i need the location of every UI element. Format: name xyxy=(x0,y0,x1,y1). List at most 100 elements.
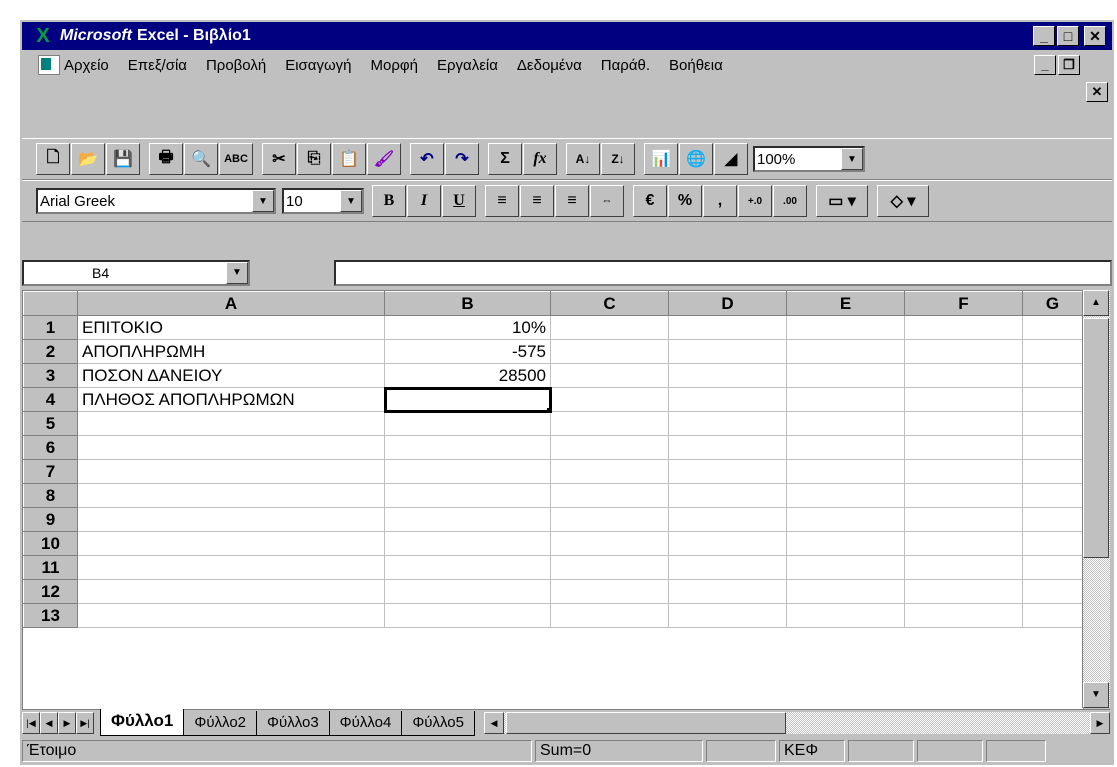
spelling-icon[interactable]: ABC xyxy=(219,143,253,175)
print-icon[interactable]: 🖶 xyxy=(149,143,183,175)
menu-view[interactable]: Προβολή xyxy=(206,57,266,74)
chevron-down-icon[interactable]: ▼ xyxy=(340,190,362,212)
tab-sheet2[interactable]: Φύλλο2 xyxy=(183,711,258,736)
row-header[interactable]: 8 xyxy=(23,483,78,508)
column-header-c[interactable]: C xyxy=(550,291,669,316)
cell[interactable] xyxy=(1022,387,1083,412)
zoom-select[interactable]: 100% ▼ xyxy=(753,146,865,172)
menu-window[interactable]: Παράθ. xyxy=(601,57,650,74)
cell-a3[interactable]: ΠΟΣΟΝ ΔΑΝΕΙΟΥ xyxy=(77,363,385,388)
cell[interactable] xyxy=(668,483,787,508)
cell[interactable] xyxy=(77,603,385,628)
currency-icon[interactable]: € xyxy=(633,185,667,217)
tab-sheet3[interactable]: Φύλλο3 xyxy=(256,711,330,736)
menu-format[interactable]: Μορφή xyxy=(371,57,418,74)
row-header[interactable]: 1 xyxy=(23,315,78,340)
cell[interactable] xyxy=(786,387,905,412)
cell[interactable] xyxy=(786,411,905,436)
scroll-thumb-horizontal[interactable] xyxy=(505,712,786,734)
cell[interactable] xyxy=(77,531,385,556)
cell[interactable] xyxy=(904,579,1023,604)
cell-b2[interactable]: -575 xyxy=(384,339,551,364)
align-left-icon[interactable]: ≡ xyxy=(485,185,519,217)
new-icon[interactable]: 🗋 xyxy=(36,143,70,175)
align-center-icon[interactable]: ≡ xyxy=(520,185,554,217)
cell[interactable] xyxy=(77,579,385,604)
cell-a4[interactable]: ΠΛΗΘΟΣ ΑΠΟΠΛΗΡΩΜΩΝ xyxy=(77,387,385,412)
fill-handle[interactable] xyxy=(547,408,550,411)
cell[interactable] xyxy=(1022,339,1083,364)
cell[interactable] xyxy=(550,459,669,484)
row-header[interactable]: 10 xyxy=(23,531,78,556)
row-header[interactable]: 11 xyxy=(23,555,78,580)
cell[interactable] xyxy=(786,363,905,388)
column-header-f[interactable]: F xyxy=(904,291,1023,316)
menu-tools[interactable]: Εργαλεία xyxy=(437,57,498,74)
cell[interactable] xyxy=(384,435,551,460)
name-box[interactable]: B4 ▼ xyxy=(22,260,250,286)
cell[interactable] xyxy=(786,435,905,460)
cell[interactable] xyxy=(668,579,787,604)
undo-icon[interactable]: ↶ xyxy=(410,143,444,175)
align-right-icon[interactable]: ≡ xyxy=(555,185,589,217)
percent-button[interactable]: % xyxy=(668,185,702,217)
cell[interactable] xyxy=(550,339,669,364)
borders-icon[interactable]: ▭ ▾ xyxy=(816,185,868,217)
cell[interactable] xyxy=(1022,411,1083,436)
merge-center-icon[interactable]: ⇔ xyxy=(590,185,624,217)
cell[interactable] xyxy=(904,483,1023,508)
menu-edit[interactable]: Επεξ/σία xyxy=(128,57,187,74)
cell[interactable] xyxy=(550,603,669,628)
column-header-e[interactable]: E xyxy=(786,291,905,316)
cell-b3[interactable]: 28500 xyxy=(384,363,551,388)
scroll-up-icon[interactable]: ▲ xyxy=(1083,290,1109,316)
cell[interactable] xyxy=(550,579,669,604)
cell[interactable] xyxy=(550,555,669,580)
cell[interactable] xyxy=(1022,363,1083,388)
maximize-button[interactable]: □ xyxy=(1057,26,1079,46)
cell[interactable] xyxy=(904,363,1023,388)
cell[interactable] xyxy=(77,507,385,532)
column-header-d[interactable]: D xyxy=(668,291,787,316)
map-icon[interactable]: 🌐 xyxy=(679,143,713,175)
font-size-select[interactable]: 10 ▼ xyxy=(282,188,364,214)
cell[interactable] xyxy=(384,483,551,508)
cell[interactable] xyxy=(77,483,385,508)
cut-icon[interactable]: ✂ xyxy=(262,143,296,175)
scroll-thumb[interactable] xyxy=(1083,318,1109,558)
cell[interactable] xyxy=(904,435,1023,460)
cell[interactable] xyxy=(1022,435,1083,460)
cell-b1[interactable]: 10% xyxy=(384,315,551,340)
cell[interactable] xyxy=(384,459,551,484)
decrease-decimal-icon[interactable]: .00 xyxy=(773,185,807,217)
column-header-b[interactable]: B xyxy=(384,291,551,316)
vertical-scrollbar[interactable]: ▲ ▼ xyxy=(1082,290,1110,708)
select-all-corner[interactable] xyxy=(23,291,78,316)
cell[interactable] xyxy=(668,339,787,364)
cell[interactable] xyxy=(786,507,905,532)
minimize-button[interactable]: _ xyxy=(1033,26,1055,46)
cell[interactable] xyxy=(550,483,669,508)
column-header-g[interactable]: G xyxy=(1022,291,1083,316)
tab-sheet4[interactable]: Φύλλο4 xyxy=(328,711,403,736)
cell[interactable] xyxy=(786,531,905,556)
print-preview-icon[interactable]: 🔍 xyxy=(184,143,218,175)
cell[interactable] xyxy=(1022,315,1083,340)
open-icon[interactable]: 📂 xyxy=(71,143,105,175)
formula-input[interactable] xyxy=(334,260,1112,286)
bold-button[interactable]: B xyxy=(372,185,406,217)
active-cell-b4[interactable] xyxy=(383,386,552,413)
cell[interactable] xyxy=(904,339,1023,364)
cell[interactable] xyxy=(1022,531,1083,556)
cell[interactable] xyxy=(550,411,669,436)
cell[interactable] xyxy=(904,411,1023,436)
document-icon[interactable] xyxy=(38,55,60,75)
column-header-a[interactable]: A xyxy=(77,291,385,316)
cell[interactable] xyxy=(77,555,385,580)
paste-icon[interactable]: 📋 xyxy=(332,143,366,175)
increase-decimal-icon[interactable]: +.0 xyxy=(738,185,772,217)
function-wizard-icon[interactable]: fx xyxy=(523,143,557,175)
prev-sheet-icon[interactable]: ◀ xyxy=(40,712,58,734)
cell[interactable] xyxy=(786,315,905,340)
cell[interactable] xyxy=(77,459,385,484)
